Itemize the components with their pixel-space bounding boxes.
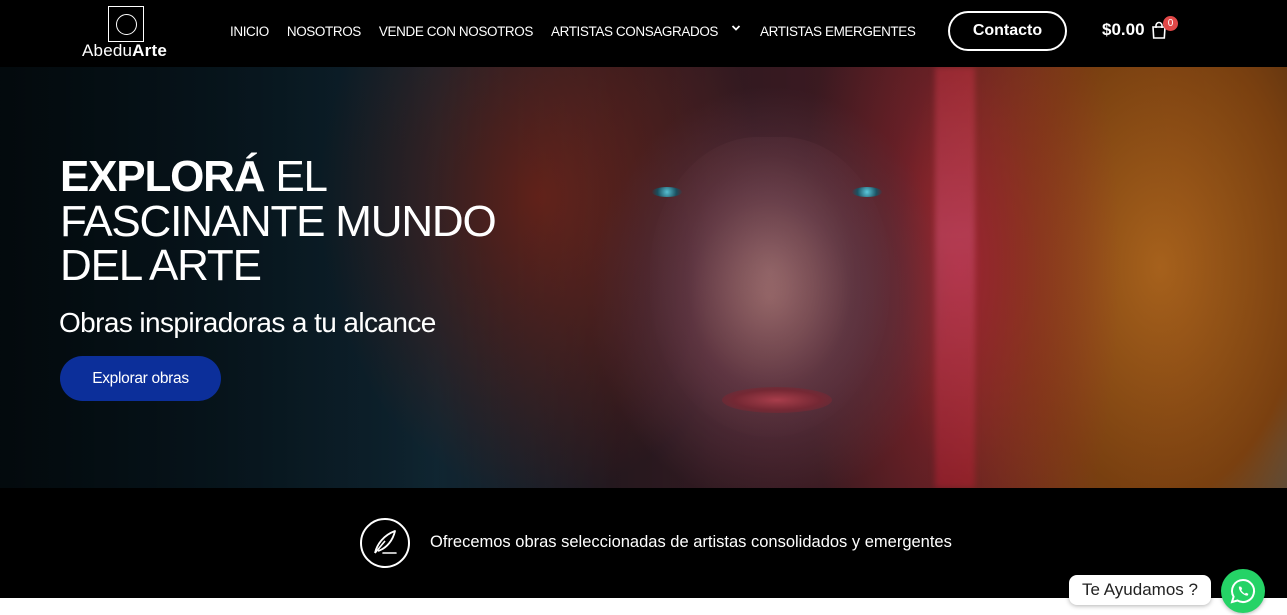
cart-count-badge: 0 [1163,16,1178,31]
hero-banner: EXPLORÁ EL FASCINANTE MUNDO DEL ARTE Obr… [0,67,1287,488]
cart-button[interactable]: $0.00 [1102,20,1167,40]
nav-item-vende-con-nosotros[interactable]: VENDE CON NOSOTROS [379,22,533,40]
whatsapp-button[interactable] [1221,569,1265,613]
nav-item-nosotros[interactable]: NOSOTROS [287,22,361,40]
explore-artworks-button[interactable]: Explorar obras [60,356,221,401]
main-nav: INICIO NOSOTROS VENDE CON NOSOTROS ARTIS… [230,22,933,40]
quill-pen-icon [360,518,410,568]
site-header: AbeduArte INICIO NOSOTROS VENDE CON NOSO… [0,0,1287,67]
logo-mark-icon [108,6,144,42]
whatsapp-icon [1230,578,1255,604]
nav-item-artistas-consagrados[interactable]: ARTISTAS CONSAGRADOS [551,22,742,40]
logo-text: AbeduArte [82,41,167,60]
nav-item-artistas-emergentes[interactable]: ARTISTAS EMERGENTES [760,22,916,40]
feature-text: Ofrecemos obras seleccionadas de artista… [430,533,952,551]
whatsapp-help-bubble[interactable]: Te Ayudamos ? [1069,575,1211,605]
hero-subtitle: Obras inspiradoras a tu alcance [59,307,436,338]
nav-item-inicio[interactable]: INICIO [230,22,269,40]
site-logo[interactable]: AbeduArte [82,6,172,60]
hero-title: EXPLORÁ EL FASCINANTE MUNDO DEL ARTE [60,152,497,290]
contact-button[interactable]: Contacto [948,11,1067,51]
cart-amount: $0.00 [1102,20,1145,39]
chevron-down-icon [731,25,741,31]
